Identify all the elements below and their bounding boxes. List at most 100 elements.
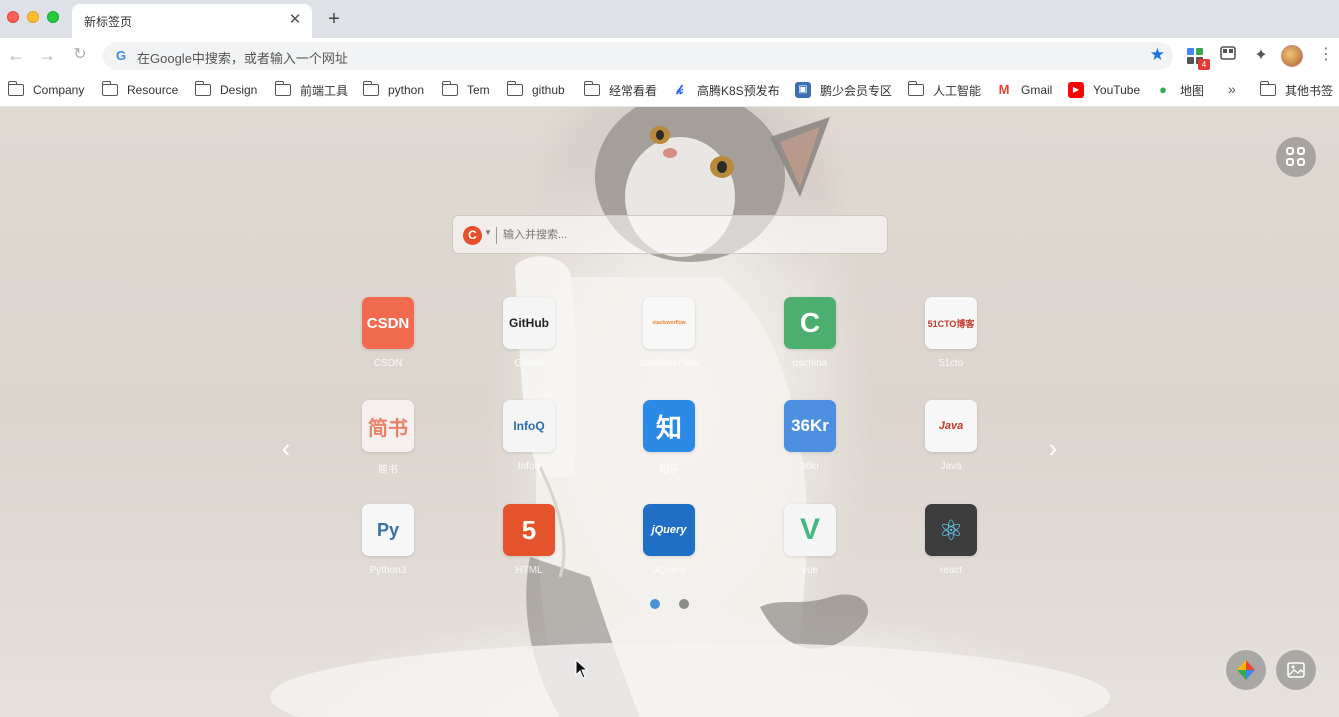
chevron-down-icon[interactable]: ▼ [484,228,492,237]
tile-react[interactable]: ⚛ react [901,504,1001,594]
github-icon: GitHub [503,297,555,349]
youtube-icon: ▶ [1068,82,1084,98]
folder-icon [1259,81,1276,96]
bookmark-design[interactable]: Design [194,81,257,99]
title-bar: 新标签页 ✕ + [0,0,1339,38]
tile-label: CSDN [373,358,403,369]
new-tab-page: C ▼ CSDN CSDN GitHub Github stackoverflo… [0,107,1339,717]
oschina-icon: C [784,297,836,349]
folder-icon [194,81,211,96]
tile-java[interactable]: Java Java [901,400,1001,490]
html5-icon: 5 [503,504,555,556]
tile-label: 知乎 [659,465,679,476]
tile-label: vue [801,565,819,576]
folder-icon [101,81,118,96]
reload-button[interactable]: ↻ [69,44,91,66]
search-engine-icon[interactable]: C [463,226,482,245]
36kr-icon: 36Kr [784,400,836,452]
new-tab-button[interactable]: + [324,8,344,30]
bookmark-star-icon[interactable]: ★ [1150,45,1165,65]
tile-36kr[interactable]: 36Kr 36kr [760,400,860,490]
extensions-puzzle-icon[interactable]: ✦ [1251,46,1271,66]
prev-page-arrow-icon[interactable]: ‹ [276,433,296,463]
close-window-button[interactable] [7,11,19,23]
tile-html[interactable]: 5 HTML [479,504,579,594]
bookmark-github[interactable]: github [506,81,565,99]
51cto-icon: 51CTO博客 [925,297,977,349]
bookmark-maps[interactable]: ● 地图 [1155,81,1204,99]
tile-zhihu[interactable]: 知 知乎 [619,400,719,490]
bookmark-k8s[interactable]: 𝓀 高腾K8S预发布 [672,81,780,99]
fullscreen-window-button[interactable] [47,11,59,23]
page-dot-1[interactable] [650,599,660,609]
bookmark-frontend-tools[interactable]: 前端工具 [274,81,348,99]
back-button[interactable]: ← [5,44,27,66]
profile-avatar[interactable] [1281,45,1303,67]
bookmark-gmail[interactable]: M Gmail [996,81,1052,99]
bookmarks-bar: Company Resource Design 前端工具 python Tem … [0,74,1339,107]
vue-icon: V [784,504,836,556]
bookmark-resource[interactable]: Resource [101,81,178,99]
address-bar[interactable]: G 在Google中搜索，或者输入一个网址 ★ [103,42,1173,70]
folder-icon [907,81,924,96]
google-icon: G [115,48,127,63]
tab-close-icon[interactable]: ✕ [286,11,304,29]
bookmark-company[interactable]: Company [7,81,84,99]
forward-button[interactable]: → [36,44,58,66]
tile-csdn[interactable]: CSDN CSDN [338,297,438,387]
tile-jquery[interactable]: jQuery JQuery [619,504,719,594]
tile-label: 51cto [938,358,964,369]
infoq-icon: InfoQ [503,400,555,452]
bookmark-member[interactable]: ▣ 鹏少会员专区 [795,81,892,99]
folder-icon [441,81,458,96]
tile-infoq[interactable]: InfoQ Infoq [479,400,579,490]
folder-icon [7,81,24,96]
address-placeholder: 在Google中搜索，或者输入一个网址 [137,51,348,66]
bookmark-youtube[interactable]: ▶ YouTube [1068,81,1140,99]
reading-list-icon[interactable] [1220,46,1240,66]
page-dot-2[interactable] [679,599,689,609]
tab-new-tab[interactable]: 新标签页 ✕ [72,4,312,38]
tile-vue[interactable]: V vue [760,504,860,594]
jianshu-icon: 简书 [362,400,414,452]
tile-stackoverflow[interactable]: stackoverflow stackoverflow [619,297,719,387]
next-page-arrow-icon[interactable]: › [1043,433,1063,463]
tile-python3[interactable]: Py Python3 [338,504,438,594]
search-box: C ▼ [452,215,888,254]
tile-label: stackoverflow [638,358,700,369]
search-input[interactable] [503,224,873,246]
python-icon: Py [362,504,414,556]
tile-label: Github [514,358,544,369]
wallpaper-button[interactable] [1276,650,1316,690]
tile-oschina[interactable]: C oschina [760,297,860,387]
tile-label: Python3 [369,565,407,576]
tile-label: HTML [515,565,543,576]
csdn-icon: CSDN [362,297,414,349]
tile-51cto[interactable]: 51CTO博客 51cto [901,297,1001,387]
tile-label: Infoq [517,461,541,472]
zhihu-icon: 知 [643,400,695,452]
bookmark-ai[interactable]: 人工智能 [907,81,981,99]
more-bookmarks-icon[interactable]: » [1228,81,1236,97]
apps-grid-button[interactable] [1276,137,1316,177]
bookmark-python[interactable]: python [362,81,424,99]
member-icon: ▣ [795,82,811,98]
tile-github[interactable]: GitHub Github [479,297,579,387]
toolbar: ← → ↻ G 在Google中搜索，或者输入一个网址 ★ 4 ✦ ⋮ [0,38,1339,74]
tile-label: 36kr [800,461,820,472]
bookmark-often-read[interactable]: 经常看看 [583,81,657,99]
tile-label: JQuery [652,565,686,576]
image-icon [1287,662,1305,678]
maps-icon: ● [1155,82,1171,98]
folder-icon [274,81,291,96]
theme-button[interactable] [1226,650,1266,690]
tile-jianshu[interactable]: 简书 简书 [338,400,438,490]
react-icon: ⚛ [925,504,977,556]
folder-icon [583,81,600,96]
tab-title: 新标签页 [84,15,133,29]
bookmark-tem[interactable]: Tem [441,81,490,99]
bookmark-other[interactable]: 其他书签 [1259,81,1333,99]
minimize-window-button[interactable] [27,11,39,23]
browser-menu-icon[interactable]: ⋮ [1318,44,1334,66]
tile-label: 简书 [378,465,398,476]
